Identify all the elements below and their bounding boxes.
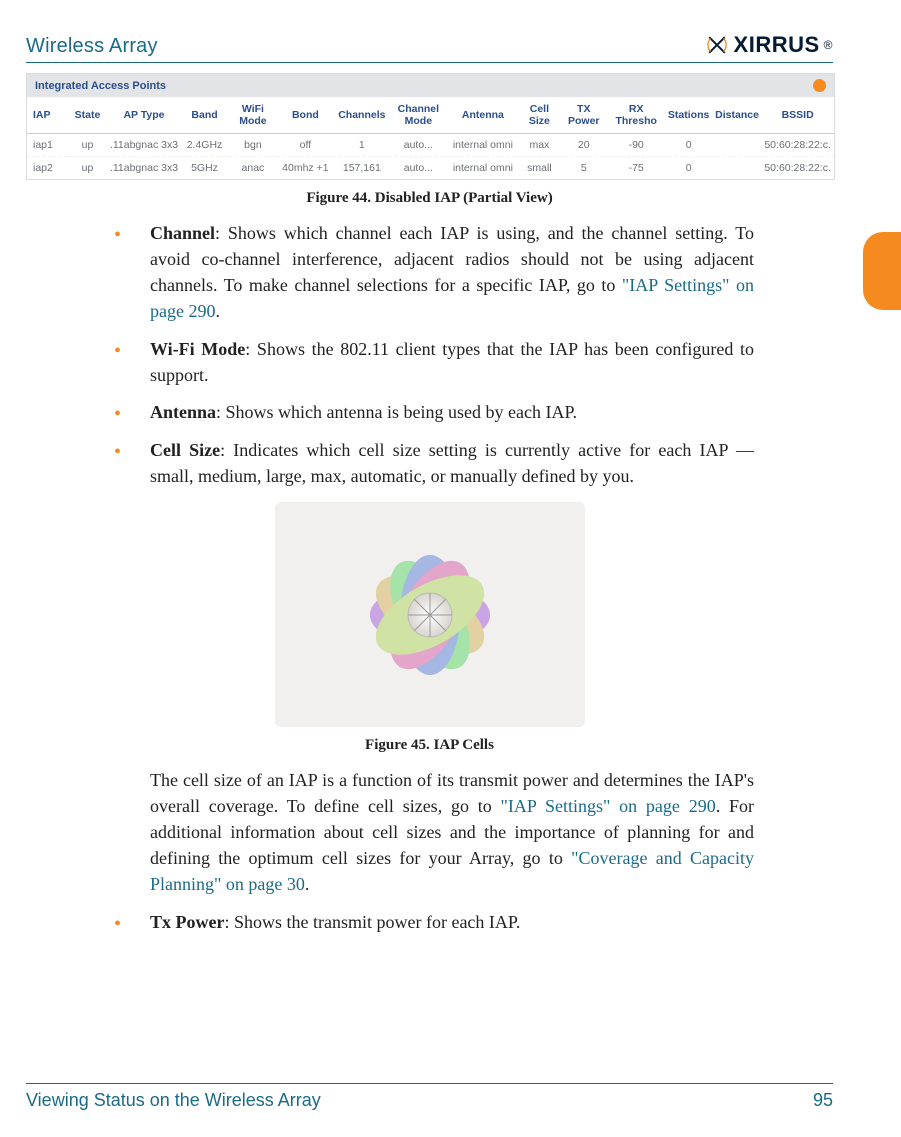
- footer-section-title: Viewing Status on the Wireless Array: [26, 1090, 321, 1111]
- brand-logo-text: XIRRUS: [734, 32, 820, 58]
- figure-44-caption: Figure 44. Disabled IAP (Partial View): [26, 190, 833, 207]
- text-tx: : Shows the transmit power for each IAP.: [224, 912, 520, 932]
- term-channel: Channel: [150, 223, 215, 243]
- table-header-row: IAP State AP Type Band WiFi Mode Bond Ch…: [27, 97, 834, 134]
- text-antenna: : Shows which antenna is being used by e…: [216, 402, 577, 422]
- brand-mark-icon: [704, 32, 730, 58]
- term-cell: Cell Size: [150, 440, 220, 460]
- iap-table-title: Integrated Access Points: [35, 80, 166, 92]
- col-antenna: Antenna: [447, 97, 520, 134]
- col-state: State: [67, 97, 107, 134]
- figure-45-caption: Figure 45. IAP Cells: [26, 737, 833, 754]
- col-wifimode: WiFi Mode: [229, 97, 277, 134]
- bullet-cell-size: Cell Size: Indicates which cell size set…: [114, 438, 754, 490]
- collapse-icon: [813, 79, 826, 92]
- bullet-tx-power: Tx Power: Shows the transmit power for e…: [114, 910, 754, 936]
- iap-table-screenshot: Integrated Access Points IAP State AP Ty…: [26, 73, 835, 180]
- bullet-channel: Channel: Shows which channel each IAP is…: [114, 221, 754, 325]
- table-row: iap2up .11abgnac 3x35GHz anac40mhz +1 15…: [27, 157, 834, 180]
- col-iap: IAP: [27, 97, 67, 134]
- table-row: iap1up .11abgnac 3x32.4GHz bgnoff 1auto.…: [27, 134, 834, 157]
- link-iap-settings-2[interactable]: "IAP Settings" on page 290: [501, 796, 716, 816]
- col-channels: Channels: [334, 97, 390, 134]
- col-txpower: TX Power: [560, 97, 608, 134]
- page-header-title: Wireless Array: [26, 35, 158, 58]
- col-chmode: Channel Mode: [390, 97, 446, 134]
- term-antenna: Antenna: [150, 402, 216, 422]
- col-bond: Bond: [277, 97, 333, 134]
- term-tx: Tx Power: [150, 912, 224, 932]
- col-distance: Distance: [713, 97, 761, 134]
- col-stations: Stations: [664, 97, 712, 134]
- col-bssid: BSSID: [761, 97, 834, 134]
- bullet-wifi-mode: Wi-Fi Mode: Shows the 802.11 client type…: [114, 337, 754, 389]
- brand-logo: XIRRUS®: [704, 32, 833, 58]
- col-aptype: AP Type: [108, 97, 181, 134]
- col-rxthresh: RX Thresho: [608, 97, 664, 134]
- cell-size-paragraph: The cell size of an IAP is a function of…: [150, 768, 754, 898]
- bullet-antenna: Antenna: Shows which antenna is being us…: [114, 400, 754, 426]
- term-wifi: Wi-Fi Mode: [150, 339, 245, 359]
- figure-45-graphic: [275, 502, 585, 727]
- col-cellsize: Cell Size: [519, 97, 559, 134]
- col-band: Band: [180, 97, 228, 134]
- text-cell: : Indicates which cell size setting is c…: [150, 440, 754, 486]
- footer-page-number: 95: [813, 1090, 833, 1111]
- page-side-tab: [863, 232, 901, 310]
- footer-rule: [26, 1083, 833, 1084]
- header-rule: [26, 62, 833, 63]
